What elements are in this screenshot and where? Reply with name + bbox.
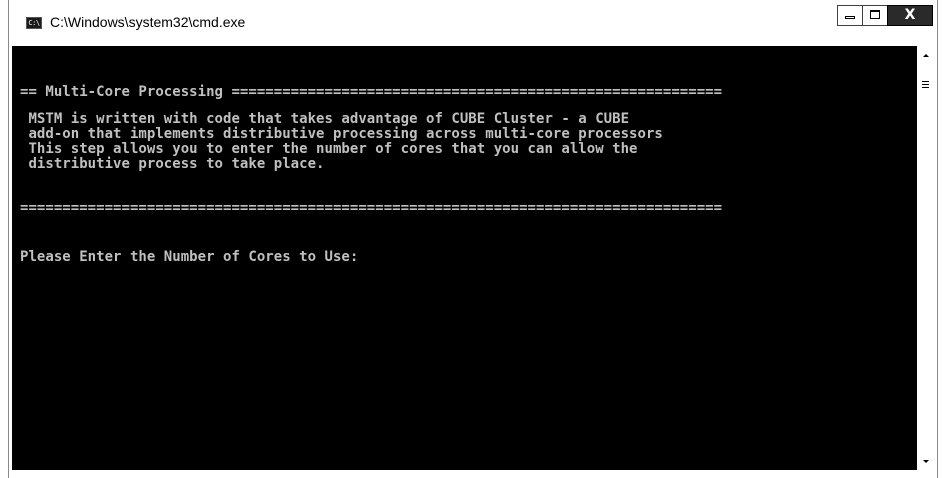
grip-icon xyxy=(922,81,929,90)
description-line-4: distributive process to take place. xyxy=(20,156,325,172)
window-title: C:\Windows\system32\cmd.exe xyxy=(50,14,246,30)
cmd-window: C:\ C:\Windows\system32\cmd.exe X == Mul… xyxy=(8,0,938,478)
description-line-1: MSTM is written with code that takes adv… xyxy=(20,111,630,127)
scroll-down-button[interactable] xyxy=(917,453,934,470)
scroll-up-button[interactable] xyxy=(917,46,934,63)
scroll-down-arrow-icon xyxy=(923,460,929,463)
caption-buttons: X xyxy=(837,5,933,26)
close-button[interactable]: X xyxy=(887,5,933,26)
minimize-button[interactable] xyxy=(837,5,863,26)
separator-line: ========================================… xyxy=(20,200,723,216)
scroll-up-arrow-icon xyxy=(923,54,929,57)
description-line-3: This step allows you to enter the number… xyxy=(20,141,638,157)
maximize-button[interactable] xyxy=(862,5,888,26)
minimize-icon xyxy=(845,16,855,19)
maximize-icon xyxy=(870,10,880,19)
title-bar[interactable]: C:\ C:\Windows\system32\cmd.exe X xyxy=(9,0,937,46)
scroll-thumb[interactable] xyxy=(921,68,930,308)
vertical-scrollbar[interactable] xyxy=(917,46,934,470)
description-line-2: add-on that implements distributive proc… xyxy=(20,126,663,142)
cmd-app-icon[interactable]: C:\ xyxy=(26,17,42,29)
section-header: == Multi-Core Processing ===============… xyxy=(20,84,723,100)
cores-prompt[interactable]: Please Enter the Number of Cores to Use: xyxy=(20,250,358,265)
close-icon: X xyxy=(904,7,916,23)
console-output[interactable]: == Multi-Core Processing ===============… xyxy=(12,46,917,470)
